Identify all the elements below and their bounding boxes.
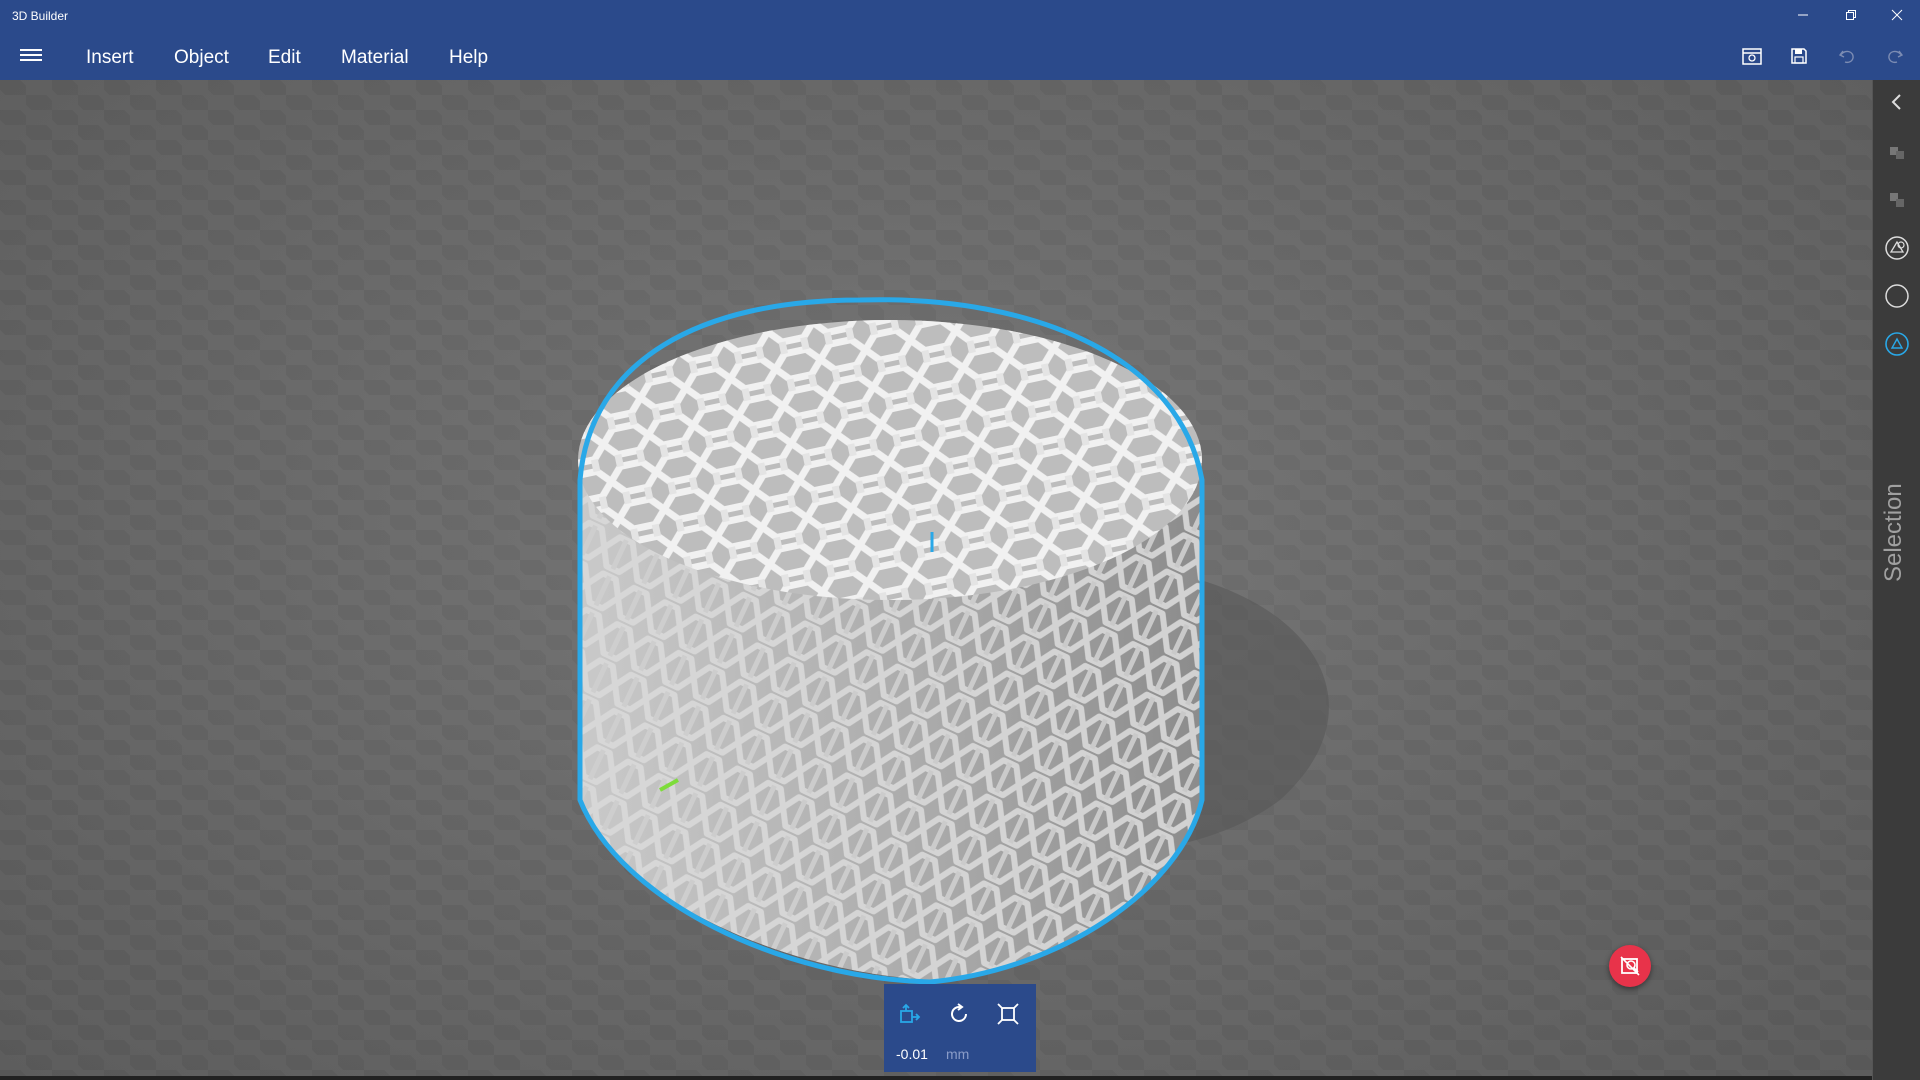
restore-icon — [1846, 10, 1856, 20]
transform-value-input[interactable] — [896, 1044, 942, 1064]
scale-icon — [997, 1003, 1019, 1025]
save-button[interactable] — [1786, 43, 1812, 69]
undo-icon — [1838, 50, 1854, 64]
minimize-button[interactable] — [1780, 0, 1826, 30]
lattice-model[interactable] — [560, 240, 1360, 1000]
select-circle-icon — [1885, 284, 1909, 308]
redo-icon — [1888, 50, 1904, 64]
select-group-icon — [1890, 193, 1904, 207]
select-group-button[interactable] — [1881, 184, 1913, 216]
select-triangle-button[interactable] — [1881, 328, 1913, 360]
bottom-edge — [0, 1076, 1872, 1080]
selection-panel-label: Selection — [1880, 483, 1907, 582]
close-button[interactable] — [1874, 0, 1920, 30]
3d-print-icon — [1742, 48, 1762, 65]
select-faces-icon — [1885, 236, 1909, 260]
menu-edit[interactable]: Edit — [268, 30, 301, 80]
transform-toolbar: mm — [884, 984, 1036, 1072]
select-triangle-icon — [1885, 332, 1909, 356]
undo-button[interactable] — [1834, 43, 1860, 69]
restore-button[interactable] — [1828, 0, 1874, 30]
menu-insert[interactable]: Insert — [86, 30, 134, 80]
rotate-icon — [951, 1003, 967, 1022]
menu-object[interactable]: Object — [174, 30, 229, 80]
select-circle-button[interactable] — [1881, 280, 1913, 312]
rotate-mode-button[interactable] — [941, 996, 977, 1032]
clear-selection-button[interactable] — [1609, 945, 1651, 987]
selection-panel-label-wrap: Selection — [1880, 467, 1910, 587]
select-objects-button[interactable] — [1881, 136, 1913, 168]
scale-mode-button[interactable] — [990, 996, 1026, 1032]
menu-bar: Insert Object Edit Material Help — [0, 30, 1920, 80]
collapse-chevron-icon — [1891, 94, 1901, 110]
menu-help[interactable]: Help — [449, 30, 488, 80]
transform-unit-label: mm — [946, 1046, 970, 1062]
move-icon — [900, 1003, 921, 1023]
3d-viewport[interactable] — [0, 80, 1872, 1080]
save-icon — [1791, 48, 1807, 64]
collapse-panel-button[interactable] — [1881, 86, 1913, 118]
app-title: 3D Builder — [12, 9, 69, 23]
select-faces-button[interactable] — [1881, 232, 1913, 264]
select-objects-icon — [1890, 147, 1904, 159]
close-icon — [1891, 9, 1903, 21]
title-bar: 3D Builder — [0, 0, 1920, 30]
menu-material[interactable]: Material — [341, 30, 409, 80]
print-3d-button[interactable] — [1739, 43, 1765, 69]
minimize-icon — [1798, 14, 1808, 16]
move-mode-button[interactable] — [892, 996, 928, 1032]
deselect-icon — [1620, 956, 1640, 976]
hamburger-menu-button[interactable] — [18, 46, 44, 64]
redo-button[interactable] — [1882, 43, 1908, 69]
